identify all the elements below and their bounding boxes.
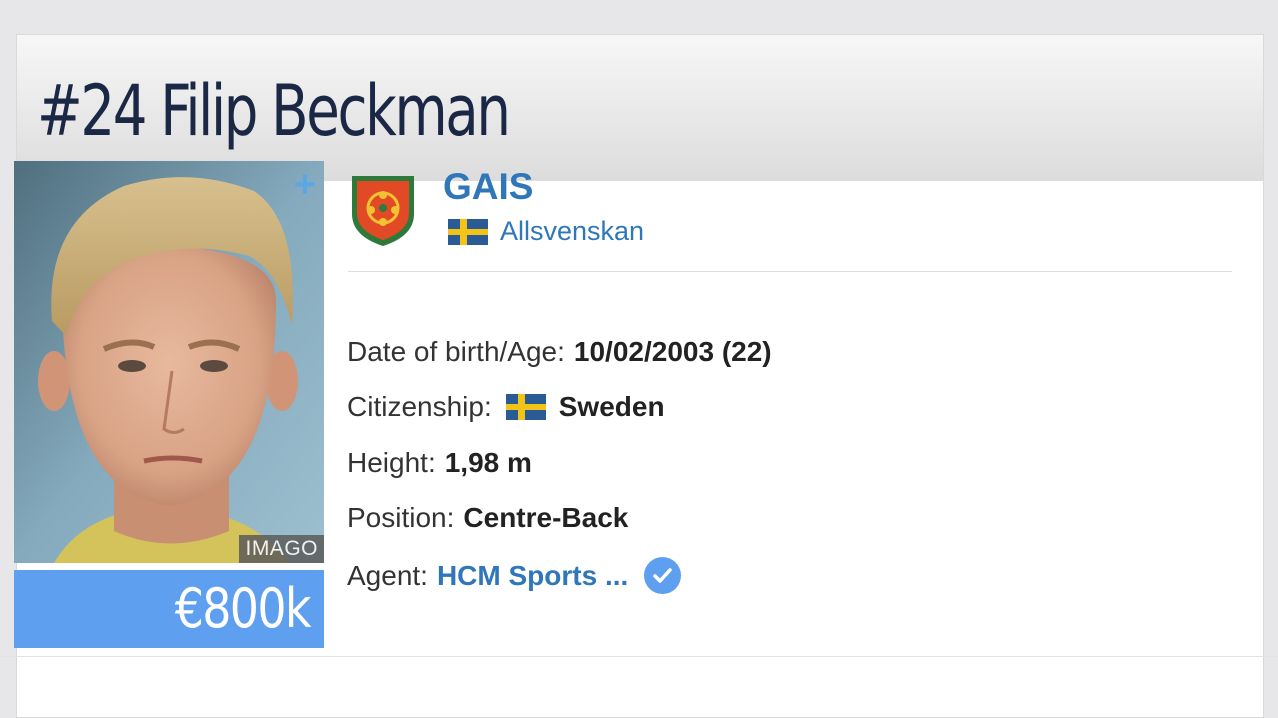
- position-value: Centre-Back: [463, 502, 629, 533]
- club-crest-icon[interactable]: [348, 170, 418, 248]
- player-photo[interactable]: + IMAGO: [14, 161, 324, 563]
- plus-icon[interactable]: +: [294, 165, 316, 205]
- bottom-divider: [0, 656, 1278, 657]
- player-portrait-image: [14, 161, 324, 563]
- citizenship-row: Citizenship: Sweden: [347, 391, 665, 423]
- position-label: Position:: [347, 502, 455, 533]
- height-row: Height: 1,98 m: [347, 447, 532, 479]
- league-row[interactable]: Allsvenskan: [448, 216, 644, 247]
- sweden-flag-icon: [448, 218, 488, 245]
- divider: [348, 271, 1232, 272]
- agent-link[interactable]: HCM Sports ...: [437, 560, 628, 592]
- agent-row: Agent: HCM Sports ...: [347, 557, 682, 594]
- club-name-link[interactable]: GAIS: [443, 166, 533, 208]
- citizenship-label: Citizenship:: [347, 391, 492, 422]
- photo-credit: IMAGO: [239, 535, 324, 563]
- market-value: €800k: [175, 577, 312, 640]
- citizenship-value: Sweden: [558, 391, 665, 422]
- market-value-box[interactable]: €800k: [14, 570, 324, 648]
- league-name-link[interactable]: Allsvenskan: [500, 216, 644, 247]
- height-label: Height:: [347, 447, 436, 478]
- player-title: #24 Filip Beckman: [37, 70, 511, 152]
- agent-label: Agent:: [347, 559, 428, 591]
- dob-value: 10/02/2003 (22): [573, 336, 772, 367]
- card-header: #24 Filip Beckman: [17, 35, 1263, 181]
- position-row: Position: Centre-Back: [347, 502, 628, 534]
- dob-row: Date of birth/Age: 10/02/2003 (22): [347, 336, 772, 368]
- height-value: 1,98 m: [444, 447, 532, 478]
- sweden-flag-icon: [505, 394, 546, 420]
- dob-label: Date of birth/Age:: [347, 336, 565, 367]
- verified-check-icon: [644, 557, 682, 594]
